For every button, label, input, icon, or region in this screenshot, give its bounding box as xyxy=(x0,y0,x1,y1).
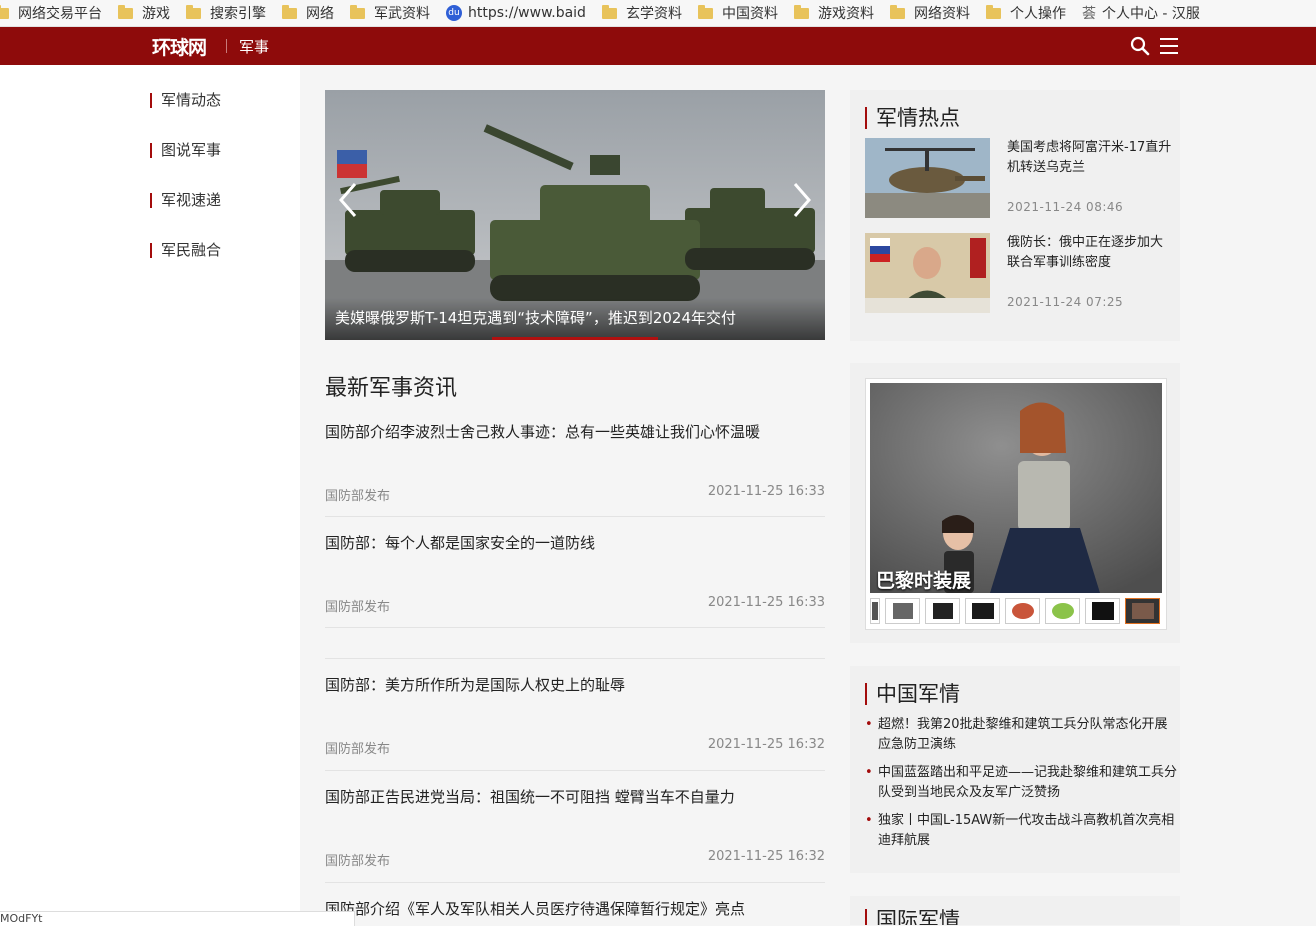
news-source: 国防部发布 xyxy=(325,742,391,757)
china-military-panel: 中国军情 超燃！我第20批赴黎维和建筑工兵分队常态化开展应急防卫演练 中国蓝盔踏… xyxy=(850,666,1180,873)
carousel-caption[interactable]: 美媒曝俄罗斯T-14坦克遇到“技术障碍”，推迟到2024年交付 xyxy=(335,307,736,328)
bookmark-3[interactable]: 网络 xyxy=(282,3,334,23)
hot-item-time: 2021-11-24 08:46 xyxy=(1007,200,1124,214)
header-divider xyxy=(226,39,227,53)
hot-title: 军情热点 xyxy=(865,107,960,129)
fashion-thumbnails xyxy=(870,598,1162,624)
site-logo[interactable]: 环球网 xyxy=(152,33,207,60)
folder-icon xyxy=(118,4,133,19)
bookmarks-bar: 网络交易平台 游戏 搜索引擎 网络 军武资料 du https://www.bai… xyxy=(0,0,1316,27)
thumbnail[interactable] xyxy=(1045,598,1080,624)
fashion-panel: 巴黎时装展 xyxy=(850,363,1180,643)
thumbnail[interactable] xyxy=(1005,598,1040,624)
news-title[interactable]: 国防部介绍《军人及军队相关人员医疗待遇保障暂行规定》亮点 xyxy=(325,898,745,919)
nav-item-military-video[interactable]: 军视速递 xyxy=(150,193,221,208)
bookmark-10[interactable]: 个人操作 xyxy=(985,3,1066,23)
folder-icon xyxy=(985,4,1001,19)
bookmark-9[interactable]: 网络资料 xyxy=(889,3,970,23)
bookmark-0[interactable]: 网络交易平台 xyxy=(0,3,102,23)
bookmark-11[interactable]: 荟个人中心 - 汉服 xyxy=(1082,3,1200,23)
news-time: 2021-11-25 16:32 xyxy=(707,849,825,864)
latest-news-title: 最新军事资讯 xyxy=(325,376,458,401)
bookmark-4[interactable]: 军武资料 xyxy=(350,3,430,23)
china-military-title: 中国军情 xyxy=(865,683,960,705)
hot-item-title[interactable]: 美国考虑将阿富汗米-17直升机转送乌克兰 xyxy=(1007,138,1172,178)
news-source: 国防部发布 xyxy=(325,489,391,504)
folder-icon xyxy=(186,4,201,19)
folder-icon xyxy=(889,4,905,19)
headline-carousel[interactable]: 美媒曝俄罗斯T-14坦克遇到“技术障碍”，推迟到2024年交付 xyxy=(325,90,825,340)
page-icon: 荟 xyxy=(1081,6,1096,22)
news-time: 2021-11-25 16:33 xyxy=(707,484,825,499)
folder-icon xyxy=(350,4,365,19)
carousel-next-icon[interactable] xyxy=(792,182,812,218)
search-icon[interactable] xyxy=(1130,36,1150,56)
china-military-item[interactable]: 中国蓝盔踏出和平足迹——记我赴黎维和建筑工兵分队受到当地民众及友军广泛赞扬 xyxy=(865,763,1178,803)
carousel-caption-bar: 美媒曝俄罗斯T-14坦克遇到“技术障碍”，推迟到2024年交付 xyxy=(325,298,825,340)
status-bar: MOdFYt xyxy=(0,911,355,926)
china-military-item[interactable]: 超燃！我第20批赴黎维和建筑工兵分队常态化开展应急防卫演练 xyxy=(865,715,1178,755)
thumbnail[interactable] xyxy=(870,598,880,624)
folder-icon xyxy=(0,4,9,19)
thumbnail[interactable] xyxy=(885,598,920,624)
hot-panel: 军情热点 美国考虑将阿富汗米-17直升机转送乌克兰 2021-11-24 08:… xyxy=(850,90,1180,341)
news-title[interactable]: 国防部正告民进党当局：祖国统一不可阻挡 螳臂当车不自量力 xyxy=(325,786,735,807)
folder-icon xyxy=(793,4,809,19)
hot-item-time: 2021-11-24 07:25 xyxy=(1007,295,1124,309)
news-divider xyxy=(325,627,825,628)
section-title[interactable]: 军事 xyxy=(239,36,269,57)
baidu-icon: du xyxy=(446,5,462,21)
nav-item-military-news[interactable]: 军情动态 xyxy=(150,93,221,108)
bookmark-6[interactable]: 玄学资料 xyxy=(601,3,682,23)
folder-icon xyxy=(601,4,617,19)
hot-item-title[interactable]: 俄防长：俄中正在逐步加大联合军事训练密度 xyxy=(1007,233,1172,273)
bookmark-2[interactable]: 搜索引擎 xyxy=(186,3,266,23)
bookmark-5[interactable]: du https://www.baid xyxy=(446,5,586,21)
bookmark-7[interactable]: 中国资料 xyxy=(697,3,778,23)
bookmark-8[interactable]: 游戏资料 xyxy=(793,3,874,23)
carousel-prev-icon[interactable] xyxy=(338,182,358,218)
fashion-gallery: 巴黎时装展 xyxy=(865,378,1167,630)
intl-military-title: 国际军情 xyxy=(865,909,960,925)
folder-icon xyxy=(697,4,713,19)
nav-item-photo-military[interactable]: 图说军事 xyxy=(150,143,221,158)
news-title[interactable]: 国防部介绍李波烈士舍己救人事迹：总有一些英雄让我们心怀温暖 xyxy=(325,421,760,442)
news-divider xyxy=(325,658,825,659)
site-header: 环球网 军事 xyxy=(0,27,1316,65)
thumbnail-active[interactable] xyxy=(1125,598,1160,624)
left-nav: 军情动态 图说军事 军视速递 军民融合 xyxy=(0,65,300,925)
helicopter-image[interactable] xyxy=(865,138,990,218)
intl-military-panel: 国际军情 xyxy=(850,896,1180,925)
folder-icon xyxy=(282,4,297,19)
fashion-caption[interactable]: 巴黎时装展 xyxy=(876,566,971,593)
news-divider xyxy=(325,516,825,517)
thumbnail[interactable] xyxy=(925,598,960,624)
news-divider xyxy=(325,882,825,883)
news-title[interactable]: 国防部：每个人都是国家安全的一道防线 xyxy=(325,532,595,553)
china-military-item[interactable]: 独家丨中国L-15AW新一代攻击战斗高教机首次亮相迪拜航展 xyxy=(865,811,1178,851)
fashion-image[interactable]: 巴黎时装展 xyxy=(870,383,1162,593)
news-divider xyxy=(325,770,825,771)
defense-minister-image[interactable] xyxy=(865,233,990,313)
menu-icon[interactable] xyxy=(1159,36,1179,56)
news-time: 2021-11-25 16:33 xyxy=(707,595,825,610)
thumbnail[interactable] xyxy=(965,598,1000,624)
thumbnail[interactable] xyxy=(1085,598,1120,624)
news-source: 国防部发布 xyxy=(325,854,391,869)
bookmark-1[interactable]: 游戏 xyxy=(118,3,170,23)
carousel-indicator xyxy=(492,337,658,340)
nav-item-civil-military[interactable]: 军民融合 xyxy=(150,243,221,258)
news-source: 国防部发布 xyxy=(325,600,391,615)
news-title[interactable]: 国防部：美方所作所为是国际人权史上的耻辱 xyxy=(325,674,625,695)
news-time: 2021-11-25 16:32 xyxy=(707,737,825,752)
